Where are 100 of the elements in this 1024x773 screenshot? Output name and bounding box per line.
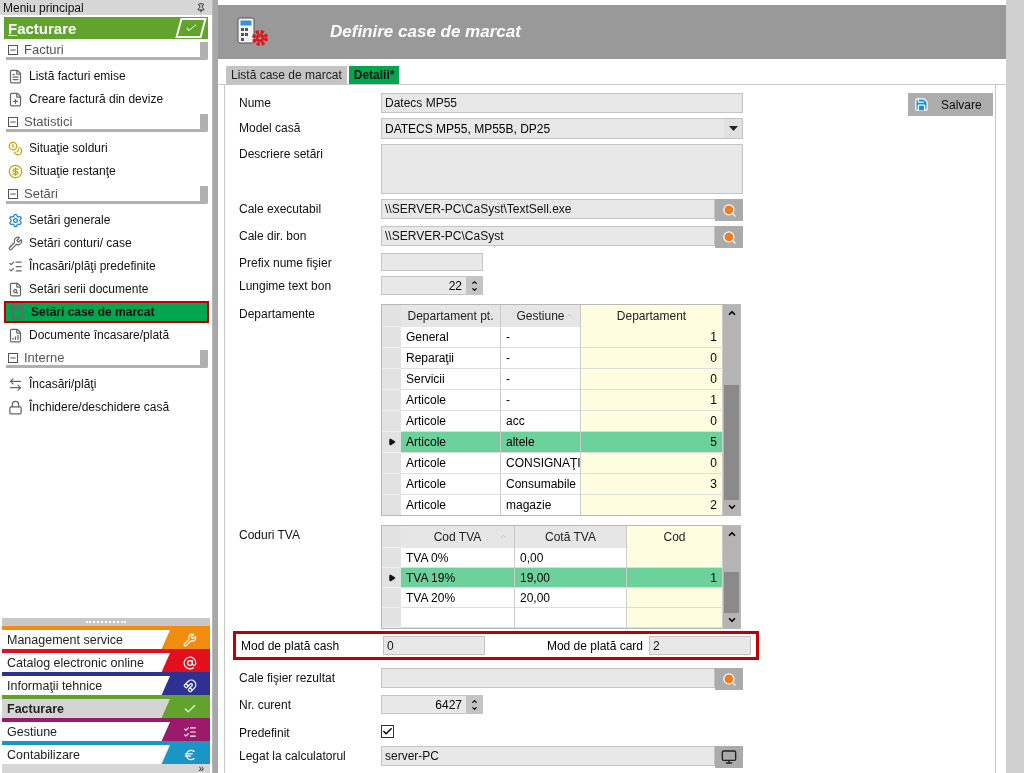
menu-item[interactable]: Încasări/plăţi predefinite bbox=[4, 255, 209, 277]
scroll-thumb[interactable] bbox=[724, 384, 739, 501]
table-row[interactable]: TVA 19% 19,00 1 bbox=[382, 568, 723, 588]
scroll-down-icon[interactable] bbox=[726, 615, 737, 625]
scroll-up-icon[interactable] bbox=[726, 308, 737, 318]
pin-icon[interactable] bbox=[196, 2, 206, 13]
column-header[interactable]: Cotă TVA bbox=[515, 526, 627, 548]
menu-item[interactable]: Listă facturi emise bbox=[4, 65, 209, 87]
table-cell: CONSIGNAŢI bbox=[501, 453, 581, 474]
table-cell: 1 bbox=[581, 327, 723, 348]
save-button[interactable]: Salvare bbox=[908, 93, 993, 116]
wrench-icon bbox=[183, 632, 197, 647]
table-row[interactable]: Servicii - 0 bbox=[382, 369, 723, 390]
text-area[interactable] bbox=[381, 144, 743, 194]
module-button[interactable]: Facturare bbox=[2, 695, 210, 718]
dropdown[interactable]: DATECS MP55, MP55B, DP25 bbox=[381, 118, 743, 139]
scroll-down-icon[interactable] bbox=[726, 502, 737, 512]
number-spinner[interactable]: 6427 bbox=[381, 695, 483, 714]
calculator-icon bbox=[10, 304, 25, 320]
table-cell: Servicii bbox=[401, 369, 501, 390]
input-field[interactable]: 0 bbox=[383, 636, 485, 655]
column-header[interactable]: Departament bbox=[581, 305, 723, 327]
input-field[interactable]: 2 bbox=[649, 636, 751, 655]
table-row[interactable]: Articole altele 5 bbox=[382, 432, 723, 453]
menu-item[interactable]: Creare factură din devize bbox=[4, 88, 209, 110]
table-cell: 0 bbox=[581, 369, 723, 390]
table-row[interactable]: TVA 0% 0,00 bbox=[382, 548, 723, 568]
input-field[interactable]: \\SERVER-PC\CaSyst bbox=[381, 226, 715, 246]
checklist-icon bbox=[8, 258, 23, 274]
table-cell: 5 bbox=[581, 432, 723, 453]
table-row[interactable]: TVA 20% 20,00 bbox=[382, 588, 723, 608]
field-label: Departamente bbox=[239, 306, 317, 321]
table-row[interactable]: Articole magazie 2 bbox=[382, 495, 723, 515]
browse-button[interactable] bbox=[715, 668, 743, 690]
table-row[interactable]: Reparaţii - 0 bbox=[382, 348, 723, 369]
scrollbar[interactable] bbox=[723, 526, 740, 628]
module-button[interactable]: Catalog electronic online bbox=[2, 649, 210, 672]
scrollbar[interactable] bbox=[723, 305, 740, 515]
arrows-icon bbox=[8, 376, 23, 392]
resize-grip[interactable] bbox=[2, 618, 210, 626]
field-label: Mod de plată card bbox=[545, 638, 644, 653]
magnifier-icon bbox=[721, 202, 737, 218]
column-header[interactable]: Cod bbox=[627, 526, 723, 548]
table-row[interactable]: Articole CONSIGNAŢI 0 bbox=[382, 453, 723, 474]
scroll-thumb[interactable] bbox=[724, 571, 739, 613]
chart-document-icon bbox=[8, 327, 23, 343]
module-button[interactable]: Contabilizare bbox=[2, 741, 210, 764]
menu-item[interactable]: Situaţie solduri bbox=[4, 137, 209, 159]
checkbox[interactable] bbox=[381, 725, 394, 738]
table-row[interactable]: Articole acc 0 bbox=[382, 411, 723, 432]
lock-icon bbox=[8, 399, 23, 415]
spinner-arrows-icon bbox=[466, 696, 482, 713]
table-cell: - bbox=[501, 348, 581, 369]
overflow-button[interactable]: » bbox=[198, 764, 204, 773]
menu-item[interactable]: Situaţie restanţe bbox=[4, 160, 209, 182]
tab[interactable]: Listă case de marcat bbox=[226, 66, 347, 84]
table-cell: altele bbox=[501, 432, 581, 453]
corner-cell bbox=[382, 305, 401, 327]
module-title: Facturare bbox=[8, 19, 77, 37]
module-button[interactable]: Gestiune bbox=[2, 718, 210, 741]
table-cell: Articole bbox=[401, 474, 501, 495]
number-spinner[interactable]: 22 bbox=[381, 276, 483, 295]
browse-button[interactable] bbox=[715, 226, 743, 248]
menu-item[interactable]: Setări conturi/ case bbox=[4, 232, 209, 254]
browse-button[interactable] bbox=[715, 199, 743, 221]
input-field[interactable] bbox=[381, 253, 483, 271]
euro-icon bbox=[183, 747, 197, 762]
input-field[interactable]: Datecs MP55 bbox=[381, 93, 743, 113]
input-field[interactable]: \\SERVER-PC\CaSyst\TextSell.exe bbox=[381, 199, 715, 219]
computer-button[interactable] bbox=[715, 746, 743, 768]
section-label: Statistici bbox=[24, 114, 73, 129]
module-button[interactable]: Management service bbox=[2, 626, 210, 649]
module-button[interactable]: Informaţii tehnice bbox=[2, 672, 210, 695]
row-pointer-icon bbox=[387, 438, 396, 446]
row-header[interactable] bbox=[382, 432, 401, 453]
field-label: Legat la calculatorul bbox=[239, 748, 347, 763]
table-row[interactable]: Articole Consumabile 3 bbox=[382, 474, 723, 495]
menu-item[interactable]: Setări serii documente bbox=[4, 278, 209, 300]
scrollbar[interactable] bbox=[1006, 0, 1024, 773]
tab[interactable]: Detalii* bbox=[348, 66, 400, 84]
table-row[interactable]: General - 1 bbox=[382, 327, 723, 348]
menu-item[interactable]: Închidere/deschidere casă bbox=[4, 396, 209, 418]
table-row[interactable]: Articole - 1 bbox=[382, 390, 723, 411]
column-header[interactable]: Departament pt. bbox=[401, 305, 501, 327]
table-cell: - bbox=[501, 390, 581, 411]
table-cell: acc bbox=[501, 411, 581, 432]
row-header[interactable] bbox=[382, 568, 401, 588]
menu-item[interactable]: Setări case de marcat bbox=[4, 301, 209, 323]
input-field[interactable]: server-PC bbox=[381, 746, 715, 766]
table-cell: TVA 19% bbox=[401, 568, 515, 588]
menu-item[interactable]: Încasări/plăţi bbox=[4, 373, 209, 395]
scroll-up-icon[interactable] bbox=[726, 529, 737, 539]
field-label: Model casă bbox=[239, 120, 302, 135]
corner-cell bbox=[382, 526, 401, 548]
column-header[interactable]: Cod TVA bbox=[401, 526, 515, 548]
table-cell: TVA 0% bbox=[401, 548, 515, 568]
menu-item[interactable]: Documente încasare/plată bbox=[4, 324, 209, 346]
input-field[interactable] bbox=[381, 668, 715, 688]
column-header[interactable]: Gestiune bbox=[501, 305, 581, 327]
menu-item[interactable]: Setări generale bbox=[4, 209, 209, 231]
